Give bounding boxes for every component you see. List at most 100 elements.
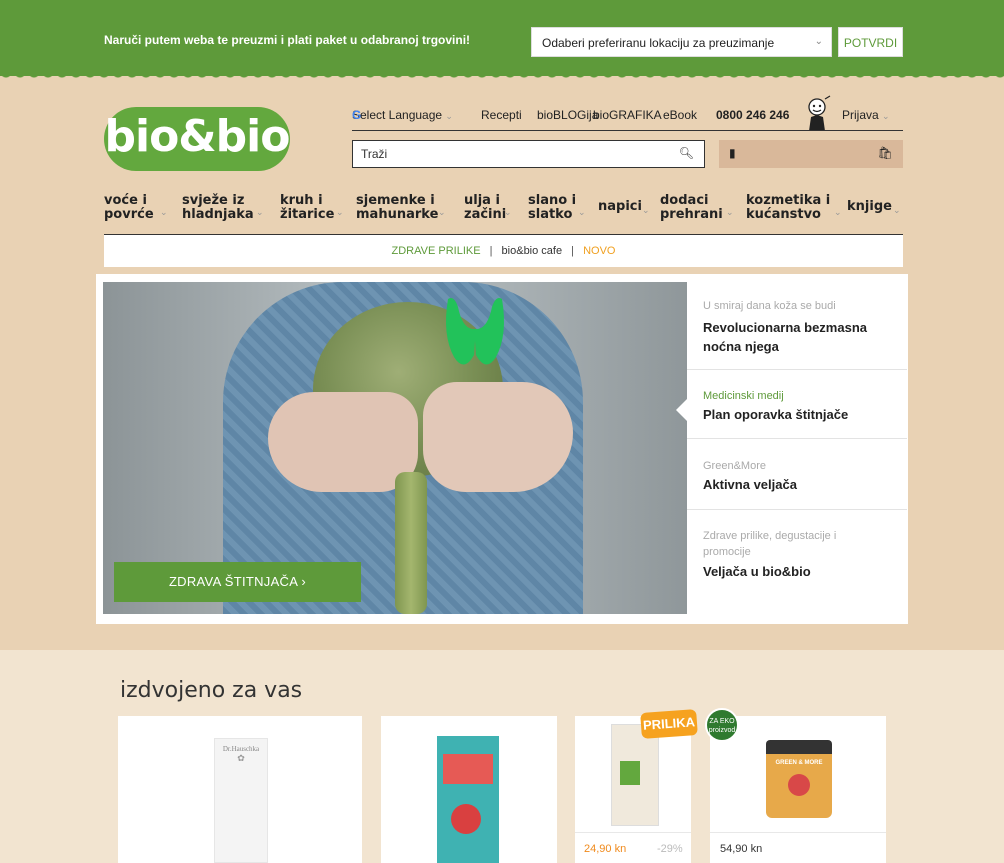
search-placeholder: Traži [361,147,388,161]
category-dodaci-prehrani[interactable]: dodaci prehrani ⌄ [660,193,734,222]
side-item[interactable]: Zdrave prilike, degustacije i promocije … [687,510,907,614]
phone-number[interactable]: 0800 246 246 [716,108,789,122]
top-banner: Naruči putem weba te preuzmi i plati pak… [0,0,1004,82]
eco-badge: ZA EKO proizvod [705,708,739,742]
category-voce-i-povrce[interactable]: voće i povrće ⌄ [104,193,168,222]
chevron-down-icon: ⌄ [882,111,890,121]
category-kozmetika-i-kucanstvo[interactable]: kozmetika i kućanstvo ⌄ [746,194,842,222]
strawberry-icon [451,804,481,834]
thyroid-icon [446,298,504,365]
side-item-title: Plan oporavka štitnjače [703,407,849,422]
side-item[interactable]: U smiraj dana koža se budi Revolucionarn… [687,282,907,370]
subnav-novo[interactable]: NOVO [583,245,615,257]
product-discount: -29% [657,843,683,855]
product-price: 24,90 kn [584,843,627,855]
search-icon[interactable]: 🔍︎ [679,146,694,160]
product-card[interactable] [381,716,557,863]
subnav-cafe[interactable]: bio&bio cafe [502,245,563,257]
brand-emblem-icon: ✿ [237,753,245,763]
subnav-separator: | [489,245,493,257]
category-label: hladnjaka [182,207,254,222]
nav-link-biografika[interactable]: bioGRAFIKA [593,108,662,122]
chevron-down-icon: ⌄ [445,111,453,121]
chevron-down-icon: ⌄ [814,36,823,47]
jar-lid [766,740,832,754]
divider [710,832,886,833]
category-label: voće i [104,193,147,208]
product-logo-icon [620,761,640,785]
product-card[interactable]: Dr.Hauschka ✿ [118,716,362,863]
category-label: dodaci [660,193,709,208]
side-item-active[interactable]: Medicinski medij Plan oporavka štitnjače [687,370,907,439]
category-kruh-i-zitarice[interactable]: kruh i žitarice ⌄ [280,193,344,222]
chevron-down-icon: ⌄ [504,208,512,218]
category-napici[interactable]: napici ⌄ [598,199,650,217]
category-label: knjige [847,199,892,214]
category-label: prehrani [660,207,723,222]
divider [352,130,903,131]
nav-link-ebook[interactable]: eBook [663,108,697,122]
category-knjige[interactable]: knjige ⌄ [847,199,901,217]
subnav-separator: | [571,245,575,257]
product-label-band [443,754,493,784]
category-label: slatko [528,207,573,222]
category-sjemenke-i-mahunarke[interactable]: sjemenke i mahunarke ⌄ [356,193,446,222]
banner-message: Naruči putem weba te preuzmi i plati pak… [104,33,471,47]
chevron-down-icon: ⌄ [642,206,650,216]
side-item-kicker: Zdrave prilike, degustacije i promocije [703,530,837,558]
bag-icon[interactable]: 🛍︎ [878,146,893,160]
login-link[interactable]: Prijava ⌄ [842,108,890,122]
hero-side-list: U smiraj dana koža se budi Revolucionarn… [687,282,907,614]
language-label: Select Language [352,108,443,122]
chevron-down-icon: ⌄ [256,208,264,218]
side-item-kicker: U smiraj dana koža se budi [703,300,836,312]
bookmark-icon[interactable]: ▮ [729,146,736,160]
mascot-icon [808,95,831,131]
product-image [611,724,659,826]
product-card[interactable]: GREEN & MORE 54,90 kn [710,716,886,863]
product-card[interactable]: 24,90 kn -29% [575,716,691,863]
nav-link-recepti[interactable]: Recepti [481,108,522,122]
divider [575,832,691,833]
category-ulja-i-zacini[interactable]: ulja i začini ⌄ [464,193,512,222]
chevron-down-icon: ⌄ [578,208,586,218]
side-item[interactable]: Green&More Aktivna veljača [687,439,907,510]
nav-link-bioblogija[interactable]: bioBLOGija [537,108,598,122]
category-label: žitarice [280,207,335,222]
product-image: GREEN & MORE [766,740,832,818]
category-label: začini [464,207,507,222]
category-label: napici [598,199,642,214]
site-logo[interactable]: bio&bio [104,107,290,171]
confirm-button[interactable]: POTVRDI [838,27,903,57]
category-label: povrće [104,207,154,222]
product-brand: Dr.Hauschka [222,745,260,753]
category-label: kućanstvo [746,207,821,222]
category-label: svježe iz [182,193,245,208]
chevron-down-icon: ⌄ [834,208,842,218]
category-nav: voće i povrće ⌄ svježe iz hladnjaka ⌄ kr… [104,194,904,232]
login-label: Prijava [842,108,879,122]
prilika-badge: PRILIKA [640,709,698,739]
sub-navigation: ZDRAVE PRILIKE | bio&bio cafe | NOVO [104,235,903,267]
side-item-title: Revolucionarna bezmasna noćna njega [703,320,867,354]
cart-bar[interactable]: ▮ 🛍︎ [719,140,903,168]
category-label: ulja i [464,193,500,208]
category-label: sjemenke i [356,193,435,208]
product-price: 54,90 kn [720,843,763,855]
chevron-down-icon: ⌄ [336,208,344,218]
strawberry-icon [788,774,810,796]
category-slano-i-slatko[interactable]: slano i slatko ⌄ [528,193,586,222]
category-label: slano i [528,193,577,208]
pickup-location-value: Odaberi preferiranu lokaciju za preuzima… [542,36,775,50]
chevron-down-icon: ⌄ [438,208,446,218]
category-label: mahunarke [356,207,439,222]
subnav-zdrave-prilike[interactable]: ZDRAVE PRILIKE [392,245,481,257]
featured-title: izdvojeno za vas [120,678,303,703]
category-svjeze-iz-hladnjaka[interactable]: svježe iz hladnjaka ⌄ [182,193,264,222]
search-input[interactable]: Traži 🔍︎ [352,140,705,168]
pickup-location-select[interactable]: Odaberi preferiranu lokaciju za preuzima… [531,27,832,57]
language-selector[interactable]: G Select Language ⌄ [352,108,453,122]
hero-cta-button[interactable]: ZDRAVA ŠTITNJAČA › [114,562,361,602]
category-label: kruh i [280,193,323,208]
chevron-down-icon: ⌄ [893,206,901,216]
